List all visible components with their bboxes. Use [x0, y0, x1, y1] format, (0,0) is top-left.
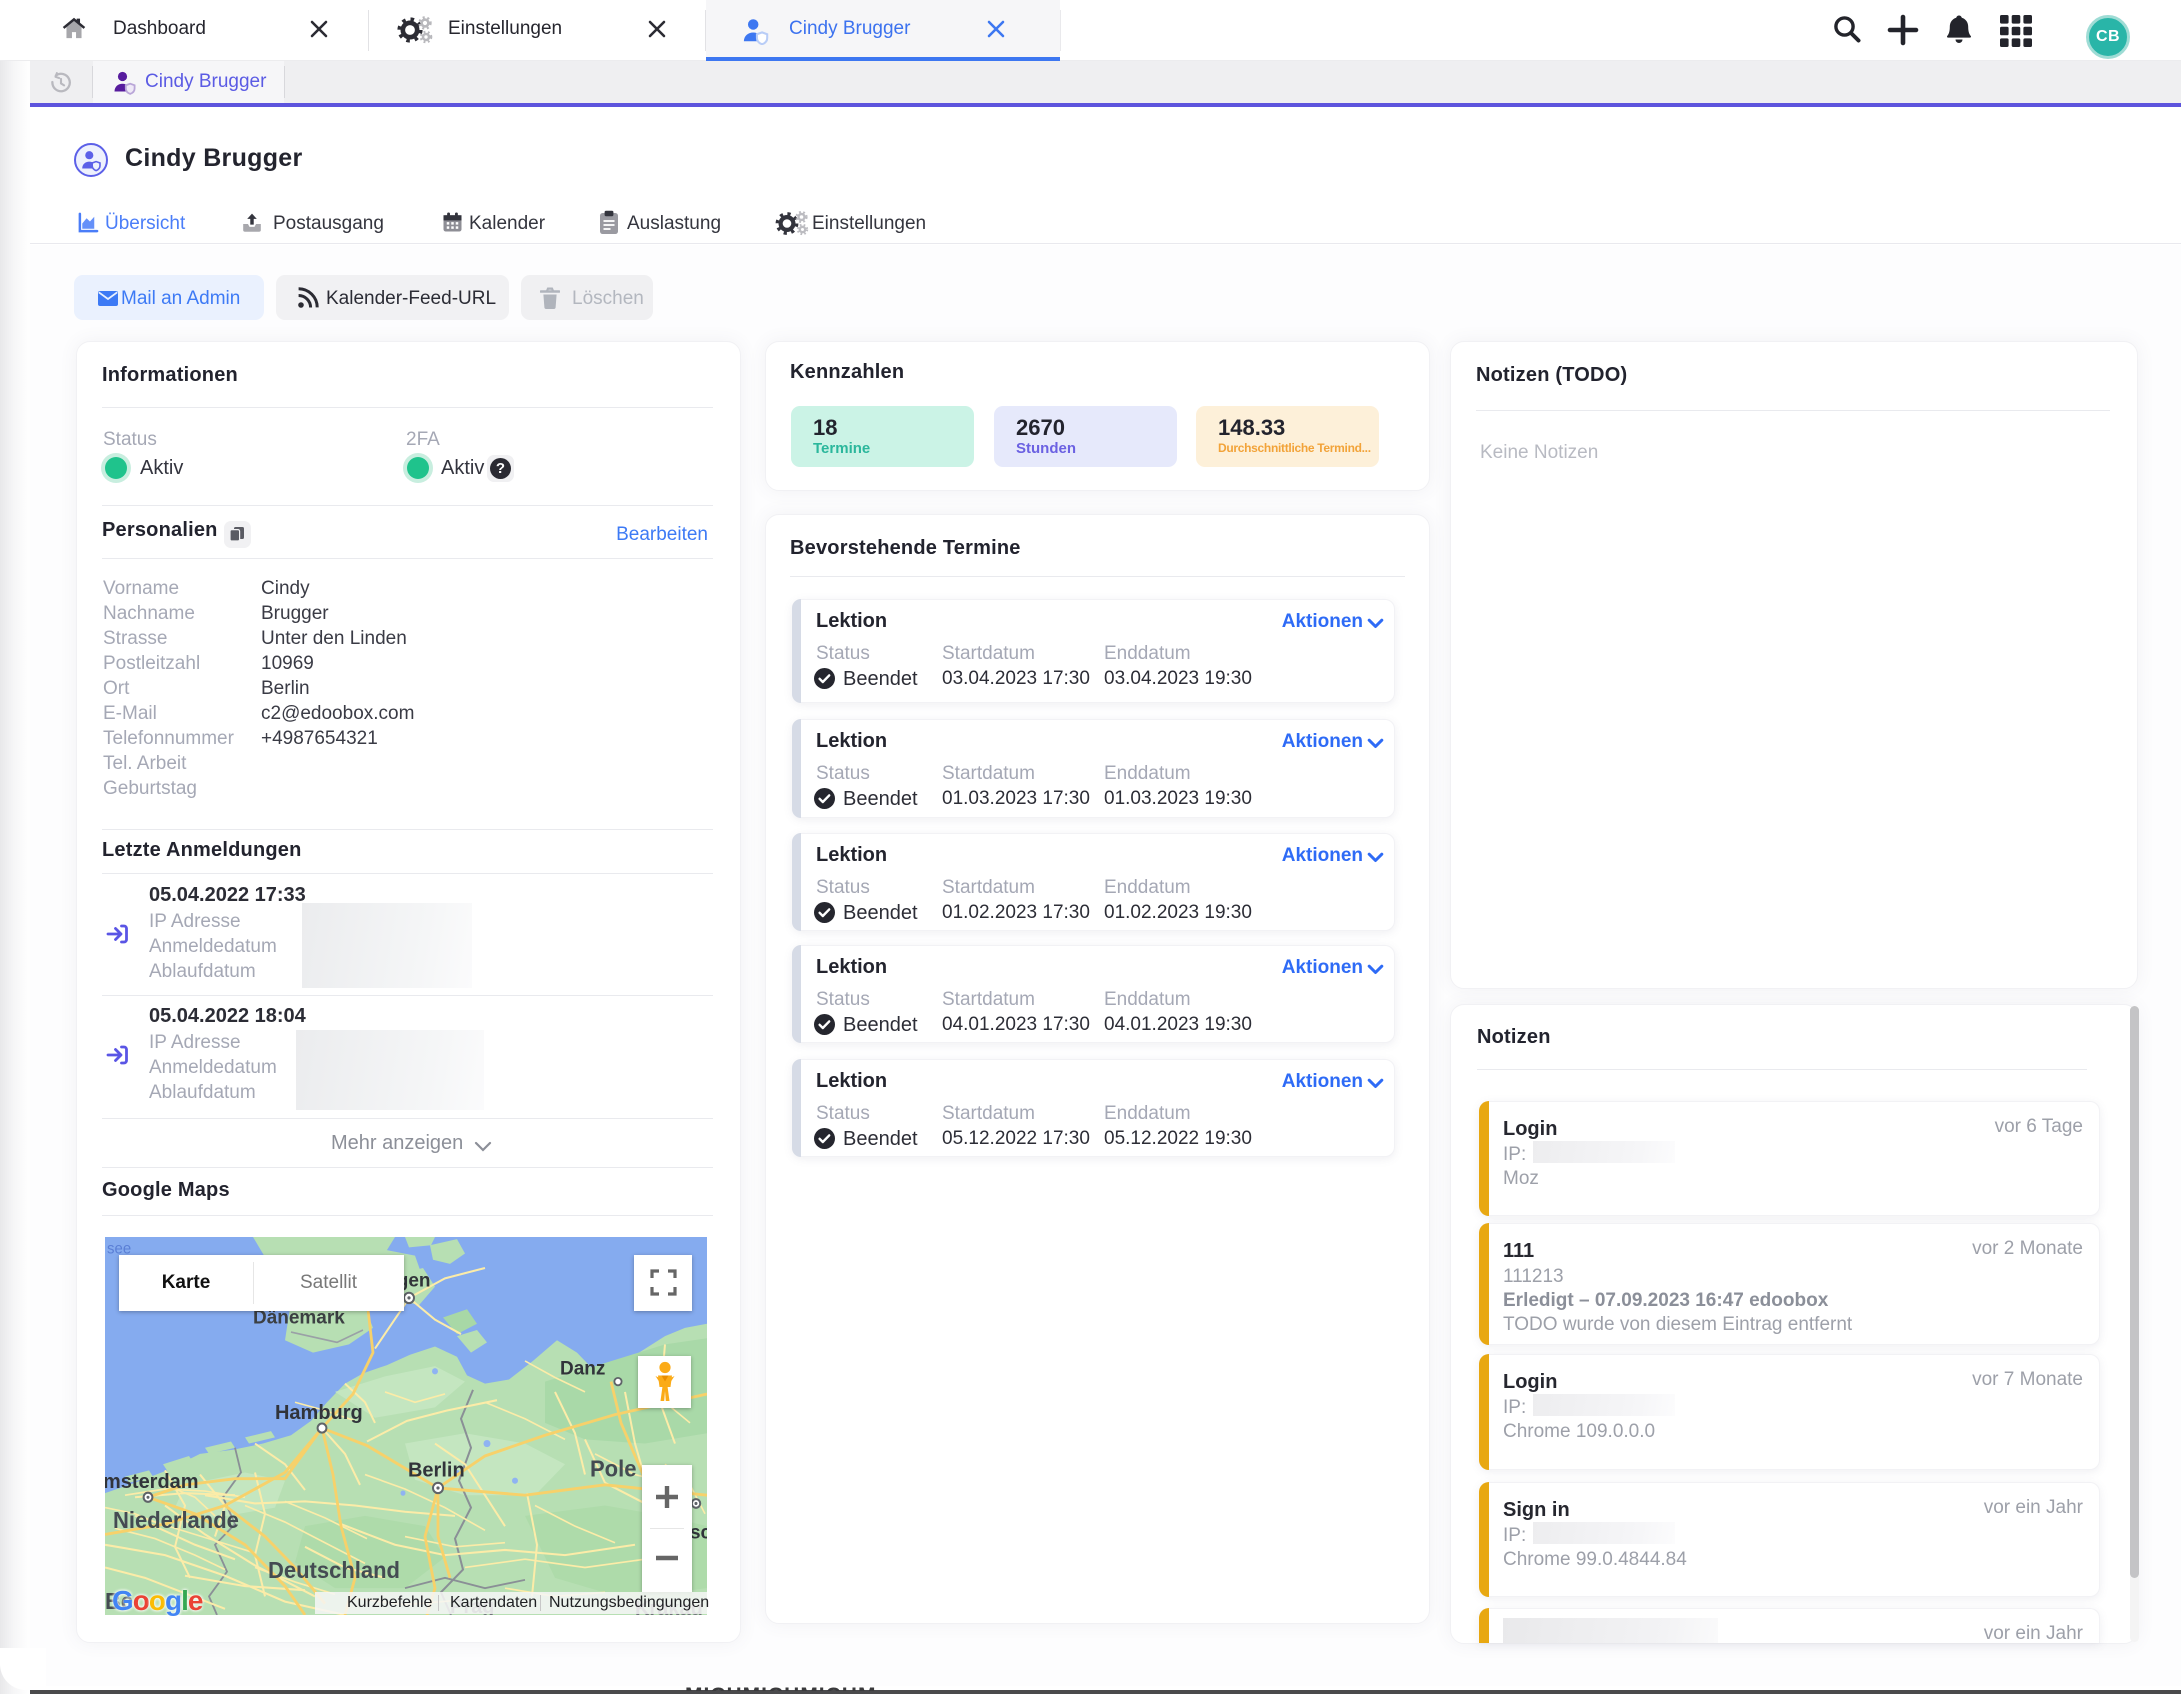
svg-text:Deutschland: Deutschland — [268, 1557, 400, 1582]
svg-text:Berlin: Berlin — [408, 1459, 465, 1481]
svg-text:sc: sc — [690, 1522, 707, 1543]
svg-text:Pole: Pole — [590, 1456, 636, 1481]
svg-text:Hamburg: Hamburg — [275, 1401, 363, 1423]
svg-text:msterdam: msterdam — [105, 1471, 199, 1493]
svg-text:Niederlande: Niederlande — [113, 1508, 239, 1533]
svg-text:Danz: Danz — [560, 1358, 605, 1379]
